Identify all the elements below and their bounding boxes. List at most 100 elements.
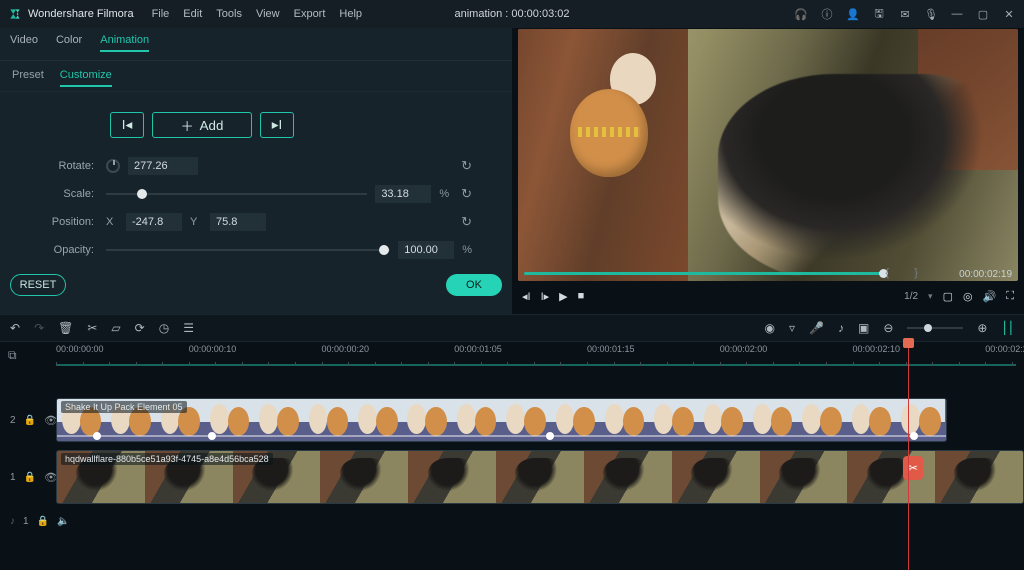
timeline-ruler[interactable]: 00:00:00:0000:00:00:1000:00:00:2000:00:0… bbox=[56, 342, 1024, 370]
add-keyframe-button[interactable]: ＋Add bbox=[152, 112, 252, 138]
render-icon[interactable]: ▣ bbox=[858, 321, 869, 335]
document-title: animation : 00:00:03:02 bbox=[455, 8, 570, 20]
tab-color[interactable]: Color bbox=[56, 34, 82, 52]
stop-button[interactable]: ■ bbox=[578, 290, 585, 302]
track-1a-lock-icon[interactable]: 🔒 bbox=[37, 516, 49, 527]
info-icon[interactable]: ⓘ bbox=[820, 6, 834, 22]
title-bar: Wondershare Filmora File Edit Tools View… bbox=[0, 0, 1024, 28]
undo-icon[interactable]: ↶ bbox=[10, 321, 20, 335]
menu-tools[interactable]: Tools bbox=[216, 8, 242, 20]
display-icon[interactable]: ▢ bbox=[943, 290, 953, 303]
clip-dog[interactable]: hqdwallflare-880b5ce51a93f-4745-a8e4d56b… bbox=[56, 450, 1024, 504]
menu-file[interactable]: File bbox=[152, 8, 170, 20]
timeline-zoom-slider[interactable] bbox=[907, 327, 963, 329]
settings-icon[interactable]: ☰ bbox=[183, 321, 194, 335]
scale-input[interactable] bbox=[375, 185, 431, 203]
preview-seekbar[interactable] bbox=[524, 272, 888, 275]
user-icon[interactable]: 👤 bbox=[846, 8, 860, 21]
track-2-lock-icon[interactable]: 🔒 bbox=[24, 415, 36, 426]
scale-row: Scale: % ↻ bbox=[0, 180, 512, 208]
mixer-icon[interactable]: ♪ bbox=[838, 321, 844, 335]
rotate-input[interactable] bbox=[128, 157, 198, 175]
main-menu: File Edit Tools View Export Help bbox=[152, 8, 362, 20]
clip-dog-label: hqdwallflare-880b5ce51a93f-4745-a8e4d56b… bbox=[61, 453, 273, 465]
prev-keyframe-button[interactable]: I◂ bbox=[110, 112, 144, 138]
subtab-customize[interactable]: Customize bbox=[60, 69, 112, 87]
transport-bar: ◂I I▸ ▶ ■ 1/2 ▾ ▢ ◎ 🔊 ⛶ bbox=[518, 281, 1018, 311]
preview-range-icon: { } bbox=[885, 267, 922, 279]
opacity-input[interactable] bbox=[398, 241, 454, 259]
marker-icon[interactable]: ▿ bbox=[789, 321, 795, 335]
reset-button[interactable]: RESET bbox=[10, 274, 66, 296]
split-icon[interactable]: ✂ bbox=[87, 321, 97, 335]
rotate-knob[interactable] bbox=[106, 159, 120, 173]
window-minimize-icon[interactable]: — bbox=[950, 8, 964, 20]
track-1-lock-icon[interactable]: 🔒 bbox=[24, 472, 36, 483]
position-x-label: X bbox=[106, 216, 118, 228]
clip-eggs[interactable]: Shake It Up Pack Element 05 bbox=[56, 398, 947, 442]
preview-scale-chevron-icon[interactable]: ▾ bbox=[928, 291, 933, 302]
preview-scale[interactable]: 1/2 bbox=[904, 291, 918, 302]
scale-slider[interactable] bbox=[106, 187, 367, 201]
save-icon[interactable]: 🖫 bbox=[872, 5, 886, 24]
opacity-label: Opacity: bbox=[0, 244, 106, 256]
timeline-toolbar: ↶ ↷ 🗑 ✂ ▱ ⟳ ◷ ☰ ◉ ▿ 🎤 ♪ ▣ ⊖ ⊕ ⎮⎮ bbox=[0, 314, 1024, 342]
zoom-out-icon[interactable]: ⊖ bbox=[883, 321, 893, 335]
subtab-preset[interactable]: Preset bbox=[12, 69, 44, 87]
position-row: Position: X Y ↻ bbox=[0, 208, 512, 236]
fullscreen-icon[interactable]: ⛶ bbox=[1006, 290, 1014, 303]
timeline-footer bbox=[0, 530, 1024, 570]
speed-icon[interactable]: ⟳ bbox=[135, 321, 145, 335]
position-x-input[interactable] bbox=[126, 213, 182, 231]
rotate-row: Rotate: ↻ bbox=[0, 152, 512, 180]
opacity-row: Opacity: % bbox=[0, 236, 512, 264]
ok-button[interactable]: OK bbox=[446, 274, 502, 296]
headset-icon[interactable]: 🎧 bbox=[794, 8, 808, 21]
crop-icon[interactable]: ▱ bbox=[111, 321, 120, 335]
window-maximize-icon[interactable]: ▢ bbox=[976, 8, 990, 21]
property-tabs: Video Color Animation bbox=[0, 34, 512, 61]
tab-animation[interactable]: Animation bbox=[100, 34, 149, 52]
redo-icon[interactable]: ↷ bbox=[34, 321, 44, 335]
next-keyframe-button[interactable]: ▸I bbox=[260, 112, 294, 138]
timeline-tracks-icon[interactable]: ⧉ bbox=[8, 348, 17, 363]
scale-label: Scale: bbox=[0, 188, 106, 200]
track-1-video: 1 🔒 👁 hqdwallflare-880b5ce51a93f-4745-a8… bbox=[0, 448, 1024, 506]
mic-icon[interactable]: 🎙 bbox=[924, 8, 938, 21]
menu-export[interactable]: Export bbox=[294, 8, 326, 20]
voiceover-icon[interactable]: 🎤 bbox=[809, 321, 824, 335]
snapshot-icon[interactable]: ◎ bbox=[963, 290, 973, 303]
ruler-label: 00:00:02:10 bbox=[853, 344, 901, 354]
menu-edit[interactable]: Edit bbox=[183, 8, 202, 20]
position-y-input[interactable] bbox=[210, 213, 266, 231]
timeline-options-icon[interactable]: ⎮⎮ bbox=[1001, 321, 1014, 335]
step-fwd-button[interactable]: I▸ bbox=[541, 290, 550, 303]
ruler-label: 00:00:01:15 bbox=[587, 344, 635, 354]
preview-egg-large bbox=[570, 89, 648, 177]
rotate-label: Rotate: bbox=[0, 160, 106, 172]
scale-reset-icon[interactable]: ↻ bbox=[461, 186, 472, 202]
duration-icon[interactable]: ◷ bbox=[159, 321, 169, 335]
menu-view[interactable]: View bbox=[256, 8, 280, 20]
rotate-reset-icon[interactable]: ↻ bbox=[461, 158, 472, 174]
delete-icon[interactable]: 🗑 bbox=[58, 321, 73, 335]
preview-viewport[interactable]: { } 00:00:02:19 bbox=[518, 29, 1018, 281]
mail-icon[interactable]: ✉ bbox=[898, 8, 912, 21]
step-back-button[interactable]: ◂I bbox=[522, 290, 531, 303]
clip-eggs-keyframes[interactable] bbox=[57, 435, 946, 437]
timeline-playhead[interactable] bbox=[908, 370, 909, 530]
scissors-marker-icon[interactable]: ✂ bbox=[903, 456, 923, 480]
window-close-icon[interactable]: ✕ bbox=[1002, 8, 1016, 21]
menu-help[interactable]: Help bbox=[339, 8, 362, 20]
ruler-label: 00:00:00:00 bbox=[56, 344, 104, 354]
opacity-slider[interactable] bbox=[106, 243, 390, 257]
record-icon[interactable]: ◉ bbox=[765, 321, 775, 335]
position-reset-icon[interactable]: ↻ bbox=[461, 214, 472, 230]
volume-icon[interactable]: 🔊 bbox=[983, 290, 997, 303]
zoom-in-icon[interactable]: ⊕ bbox=[977, 321, 987, 335]
position-y-label: Y bbox=[190, 216, 202, 228]
app-name: Wondershare Filmora bbox=[28, 8, 134, 20]
tab-video[interactable]: Video bbox=[10, 34, 38, 52]
play-button[interactable]: ▶ bbox=[559, 290, 567, 303]
animation-subtabs: Preset Customize bbox=[0, 61, 512, 92]
